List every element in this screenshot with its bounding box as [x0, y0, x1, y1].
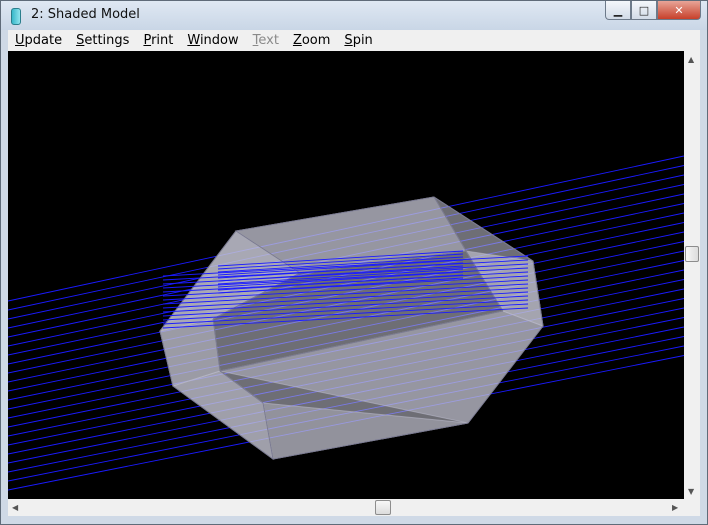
vertical-scrollbar[interactable]: ▲ ▼ — [684, 51, 700, 499]
caption-buttons: ▁ □ ✕ — [605, 1, 701, 21]
shaded-model-render — [8, 155, 684, 491]
menu-window[interactable]: Window — [180, 33, 245, 48]
menu-settings[interactable]: Settings — [69, 33, 136, 48]
scrollbar-corner — [684, 499, 700, 516]
minimize-button[interactable]: ▁ — [605, 1, 631, 20]
app-icon[interactable] — [11, 8, 21, 25]
maximize-icon: □ — [638, 3, 650, 17]
menu-print[interactable]: Print — [136, 33, 180, 48]
app-window: 2: Shaded Model ▁ □ ✕ Update Settings Pr… — [0, 0, 708, 525]
shaded-solid — [158, 196, 544, 461]
vertical-scroll-thumb[interactable] — [685, 246, 699, 262]
close-icon: ✕ — [674, 3, 684, 17]
horizontal-scrollbar[interactable]: ◀ ▶ — [8, 499, 684, 516]
horizontal-scroll-thumb[interactable] — [375, 500, 391, 515]
3d-viewport[interactable] — [8, 51, 684, 499]
scroll-left-arrow-icon[interactable]: ◀ — [12, 503, 18, 512]
window-title: 2: Shaded Model — [31, 7, 140, 22]
menu-update[interactable]: Update — [8, 33, 69, 48]
close-button[interactable]: ✕ — [657, 1, 701, 20]
menu-text: Text — [252, 33, 279, 48]
scroll-up-arrow-icon[interactable]: ▲ — [688, 55, 694, 64]
menu-zoom[interactable]: Zoom — [286, 33, 337, 48]
maximize-button[interactable]: □ — [631, 1, 657, 20]
scroll-down-arrow-icon[interactable]: ▼ — [688, 487, 694, 496]
scroll-right-arrow-icon[interactable]: ▶ — [672, 503, 678, 512]
menu-bar: Update Settings Print Window Text Zoom S… — [8, 30, 700, 51]
minimize-icon: ▁ — [613, 3, 623, 17]
menu-spin[interactable]: Spin — [337, 33, 379, 48]
title-bar[interactable]: 2: Shaded Model ▁ □ ✕ — [1, 1, 707, 30]
